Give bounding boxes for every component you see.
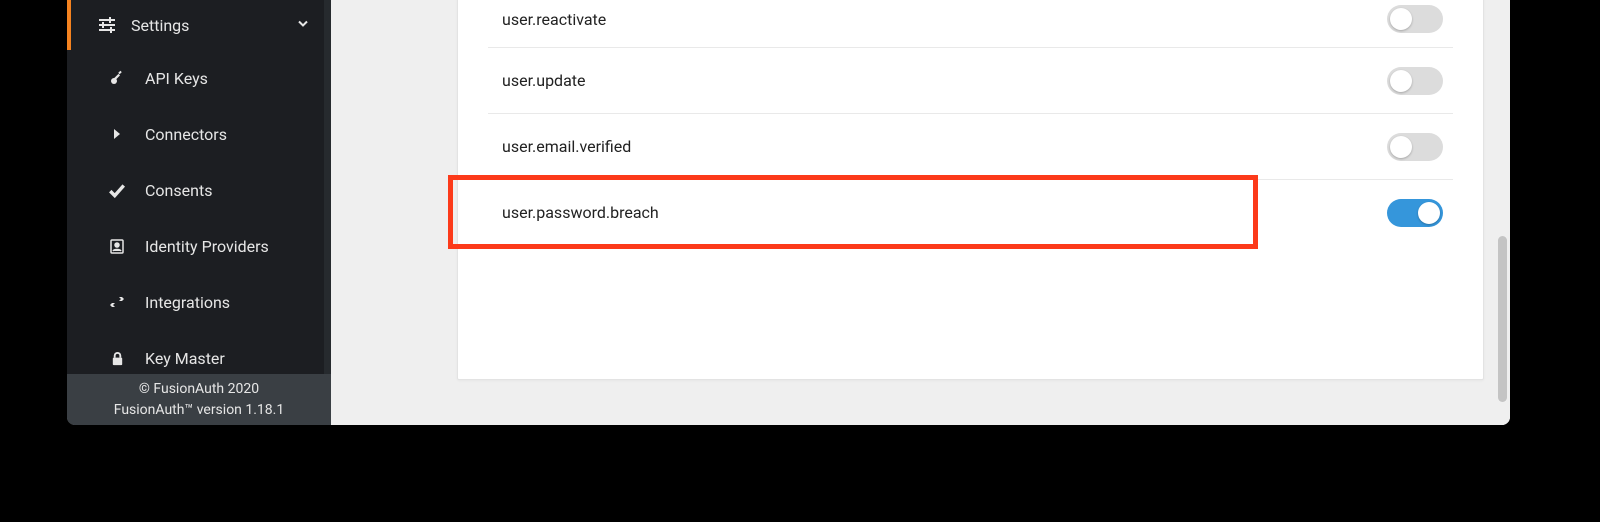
sidebar-scroll: API Keys Connectors Consents Identity Pr… (67, 50, 324, 374)
event-row: user.reactivate (488, 0, 1453, 47)
sidebar: Settings API Keys Connectors (67, 0, 331, 425)
event-toggle-user-password-breach[interactable] (1387, 199, 1443, 227)
key-icon (107, 68, 127, 88)
event-toggle-user-reactivate[interactable] (1387, 5, 1443, 33)
main-area: user.reactivate user.update user.email.v… (331, 0, 1510, 425)
vertical-scrollbar[interactable] (1498, 2, 1507, 419)
footer-copyright: © FusionAuth 2020 (139, 379, 259, 399)
event-label: user.reactivate (488, 10, 606, 29)
event-row: user.email.verified (488, 113, 1453, 179)
footer-version: FusionAuth™ version 1.18.1 (114, 400, 284, 420)
event-label: user.update (488, 71, 586, 90)
scrollbar-thumb[interactable] (1498, 236, 1507, 403)
sidebar-item-connectors[interactable]: Connectors (67, 106, 324, 162)
chevron-right-icon (107, 124, 127, 144)
sidebar-item-label: Consents (145, 181, 212, 200)
sliders-icon (97, 15, 117, 35)
sidebar-item-api-keys[interactable]: API Keys (67, 50, 324, 106)
chevron-down-icon (296, 16, 310, 35)
event-row: user.update (488, 47, 1453, 113)
sidebar-item-identity-providers[interactable]: Identity Providers (67, 218, 324, 274)
sidebar-item-label: Key Master (145, 349, 225, 368)
id-card-icon (107, 236, 127, 256)
check-icon (107, 180, 127, 200)
app-window: Settings API Keys Connectors (67, 0, 1510, 425)
sidebar-item-label: Identity Providers (145, 237, 269, 256)
sidebar-item-label: API Keys (145, 69, 208, 88)
sidebar-header-settings[interactable]: Settings (67, 0, 324, 50)
sidebar-item-label: Connectors (145, 125, 227, 144)
event-toggle-user-update[interactable] (1387, 67, 1443, 95)
event-row: user.password.breach (488, 179, 1453, 245)
sidebar-item-label: Integrations (145, 293, 230, 312)
sidebar-item-key-master[interactable]: Key Master (67, 330, 324, 374)
event-toggle-user-email-verified[interactable] (1387, 133, 1443, 161)
events-card: user.reactivate user.update user.email.v… (457, 0, 1484, 380)
sidebar-footer: © FusionAuth 2020 FusionAuth™ version 1.… (67, 374, 331, 425)
lock-icon (107, 348, 127, 368)
sidebar-item-integrations[interactable]: Integrations (67, 274, 324, 330)
exchange-icon (107, 292, 127, 312)
event-label: user.email.verified (488, 137, 631, 156)
event-label: user.password.breach (488, 203, 659, 222)
sidebar-header-label: Settings (131, 16, 189, 35)
sidebar-item-consents[interactable]: Consents (67, 162, 324, 218)
